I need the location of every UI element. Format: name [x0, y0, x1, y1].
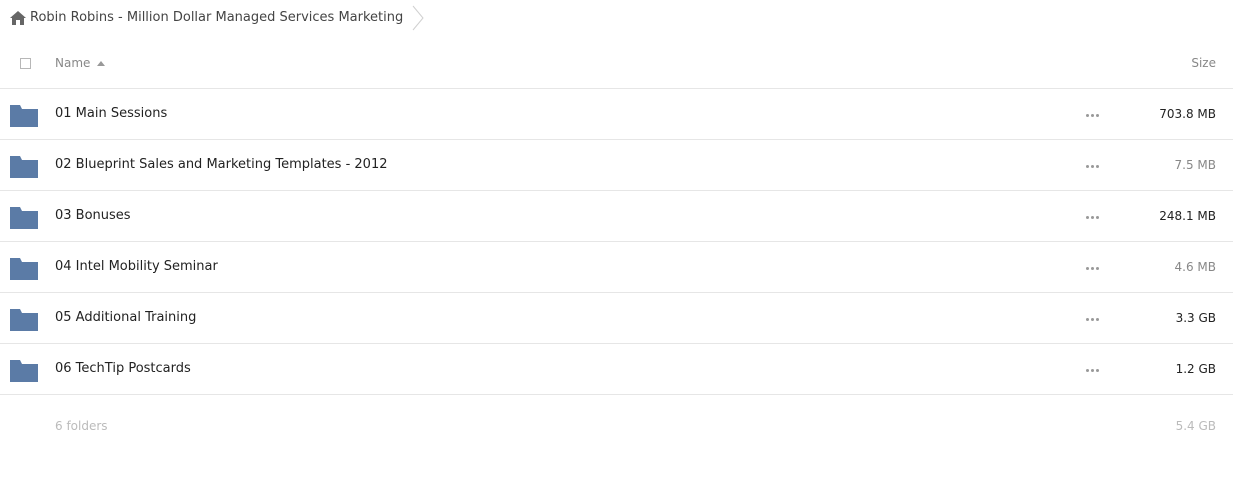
- folder-name[interactable]: 06 TechTip Postcards: [55, 361, 191, 376]
- folder-size: 248.1 MB: [1159, 209, 1216, 223]
- folder-list: 01 Main Sessions 703.8 MB 02 Blueprint S…: [0, 89, 1233, 395]
- folder-icon: [10, 258, 38, 280]
- more-options-icon[interactable]: [1082, 210, 1102, 224]
- more-options-icon[interactable]: [1082, 261, 1102, 275]
- breadcrumb-current-folder[interactable]: Robin Robins - Million Dollar Managed Se…: [30, 10, 403, 25]
- total-size-summary: 5.4 GB: [1175, 419, 1216, 433]
- more-options-icon[interactable]: [1082, 159, 1102, 173]
- more-options-icon[interactable]: [1082, 108, 1102, 122]
- folder-icon: [10, 156, 38, 178]
- home-icon[interactable]: [10, 10, 26, 25]
- sort-ascending-icon: [97, 60, 106, 66]
- folder-icon: [10, 360, 38, 382]
- folder-size: 703.8 MB: [1159, 107, 1216, 121]
- breadcrumb: Robin Robins - Million Dollar Managed Se…: [10, 0, 425, 35]
- folder-name[interactable]: 01 Main Sessions: [55, 106, 167, 121]
- folder-size: 4.6 MB: [1174, 260, 1216, 274]
- name-column-label: Name: [55, 56, 91, 70]
- folder-icon: [10, 207, 38, 229]
- folder-row[interactable]: 01 Main Sessions 703.8 MB: [0, 89, 1233, 140]
- more-options-icon[interactable]: [1082, 363, 1102, 377]
- folder-name[interactable]: 05 Additional Training: [55, 310, 196, 325]
- chevron-right-icon: [412, 5, 424, 30]
- folder-icon: [10, 309, 38, 331]
- size-column-header[interactable]: Size: [1191, 56, 1216, 70]
- folder-row[interactable]: 04 Intel Mobility Seminar 4.6 MB: [0, 242, 1233, 293]
- folder-row[interactable]: 03 Bonuses 248.1 MB: [0, 191, 1233, 242]
- file-browser: Robin Robins - Million Dollar Managed Se…: [0, 0, 1233, 481]
- folder-size: 1.2 GB: [1175, 362, 1216, 376]
- name-column-header[interactable]: Name: [55, 56, 106, 70]
- folder-count-summary: 6 folders: [55, 419, 108, 433]
- select-all-checkbox[interactable]: [20, 58, 31, 69]
- folder-size: 7.5 MB: [1174, 158, 1216, 172]
- folder-name[interactable]: 03 Bonuses: [55, 208, 131, 223]
- folder-name[interactable]: 04 Intel Mobility Seminar: [55, 259, 218, 274]
- folder-name[interactable]: 02 Blueprint Sales and Marketing Templat…: [55, 157, 388, 172]
- folder-icon: [10, 105, 38, 127]
- folder-size: 3.3 GB: [1175, 311, 1216, 325]
- folder-row[interactable]: 05 Additional Training 3.3 GB: [0, 293, 1233, 344]
- column-header: Name Size: [0, 40, 1233, 89]
- folder-row[interactable]: 06 TechTip Postcards 1.2 GB: [0, 344, 1233, 395]
- more-options-icon[interactable]: [1082, 312, 1102, 326]
- folder-row[interactable]: 02 Blueprint Sales and Marketing Templat…: [0, 140, 1233, 191]
